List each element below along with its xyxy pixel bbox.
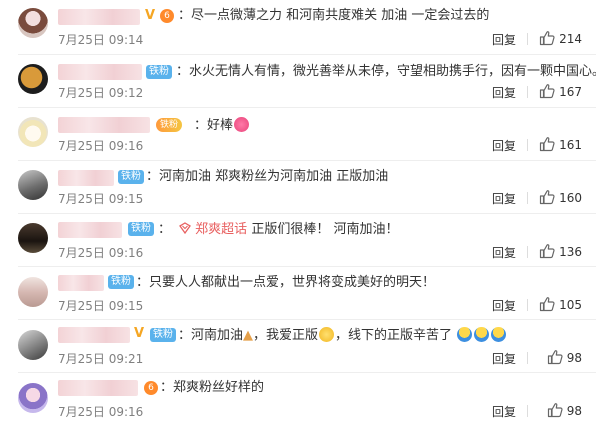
thumbs-up-icon [539,189,555,205]
like-button[interactable]: 161 [539,136,582,152]
thumbs-up-icon [539,243,555,259]
divider [527,405,528,417]
thumbs-up-icon [539,296,555,312]
comment-text: ：水火无情人有情，微光善举从未停，守望相助携手行，因有一颗中国心。 [176,64,596,79]
avatar[interactable] [18,8,48,38]
thumbs-up-icon [539,83,555,99]
divider [527,246,528,258]
divider [527,33,528,45]
face-emoji [474,327,490,342]
fan-badge: 铁粉 [108,275,134,289]
divider [18,54,596,55]
reply-button[interactable]: 回复 [492,190,516,207]
comment-date: 7月25日 09:21 [58,352,144,366]
thumbs-up-icon [547,349,563,365]
fan-badge: 铁粉 [150,328,176,342]
avatar[interactable] [18,223,48,253]
fan-badge: 铁粉 [128,222,154,236]
username[interactable] [58,64,142,80]
comment-text: ：好棒 [194,117,250,134]
verified-icon: V [145,8,156,23]
topic-link[interactable]: 郑爽超话 [195,222,247,237]
like-count: 161 [559,138,582,152]
like-button[interactable]: 136 [539,243,582,259]
like-button[interactable]: 167 [539,83,582,99]
verified-icon: V [134,326,145,341]
username[interactable] [58,380,138,396]
reply-button[interactable]: 回复 [492,403,516,420]
like-count: 136 [559,245,582,259]
avatar[interactable] [18,64,48,94]
username[interactable] [58,117,150,133]
username[interactable] [58,222,122,238]
like-button[interactable]: 98 [547,349,582,365]
comment-text: ：郑爽粉丝好样的 [160,380,265,395]
username[interactable] [58,275,104,291]
pray-emoji: ▲ [243,328,254,343]
reply-button[interactable]: 回复 [492,350,516,367]
divider [527,86,528,98]
face-emoji [457,327,473,342]
face-emoji [491,327,507,342]
divider [527,352,528,364]
comment-date: 7月25日 09:15 [58,192,144,206]
divider [527,192,528,204]
username[interactable] [58,327,130,343]
like-count: 160 [559,191,582,205]
divider [527,299,528,311]
username[interactable] [58,170,114,186]
divider [527,139,528,151]
reply-button[interactable]: 回复 [492,137,516,154]
comment-text: ：河南加油▲，我爱正版 ，线下的正版辛苦了 [178,327,507,344]
divider [18,372,596,373]
like-count: 98 [566,404,582,418]
avatar[interactable] [18,170,48,200]
reply-button[interactable]: 回复 [492,297,516,314]
face-emoji [319,327,335,342]
comment-date: 7月25日 09:16 [58,405,144,419]
divider [18,319,596,320]
thumbs-up-icon [547,402,563,418]
comment-date: 7月25日 09:16 [58,139,144,153]
fan-badge: 铁粉 [146,65,172,79]
divider [18,266,596,267]
comment-date: 7月25日 09:14 [58,33,144,47]
divider [18,160,596,161]
reply-button[interactable]: 回复 [492,244,516,261]
fan-badge: 铁粉 [156,118,183,132]
like-count: 167 [559,85,582,99]
like-button[interactable]: 160 [539,189,582,205]
comment-date: 7月25日 09:12 [58,86,144,100]
like-button[interactable]: 105 [539,296,582,312]
comment-text: ：尽一点微薄之力 和河南共度难关 加油 一定会过去的 [178,8,490,23]
level-icon: 6 [160,9,174,23]
comment-text: ：河南加油 郑爽粉丝为河南加油 正版加油 [146,169,389,184]
reply-button[interactable]: 回复 [492,84,516,101]
divider [18,213,596,214]
reply-button[interactable]: 回复 [492,31,516,48]
username[interactable] [58,9,140,25]
thumbs-up-icon [539,136,555,152]
comment-text: ： 郑爽超话 正版们很棒！ 河南加油！ [158,222,399,237]
heart-emoji [234,117,250,132]
avatar[interactable] [18,383,48,413]
divider [18,107,596,108]
fan-badge: 铁粉 [118,170,144,184]
like-button[interactable]: 214 [539,30,582,46]
avatar[interactable] [18,277,48,307]
comment-date: 7月25日 09:15 [58,299,144,313]
avatar[interactable] [18,330,48,360]
comment-date: 7月25日 09:16 [58,246,144,260]
like-count: 214 [559,32,582,46]
level-icon: 6 [144,381,158,395]
like-button[interactable]: 98 [547,402,582,418]
like-count: 105 [559,298,582,312]
super-topic-icon [179,222,192,235]
comment-text: ：只要人人都献出一点爱，世界将变成美好的明天！ [136,275,436,290]
like-count: 98 [566,351,582,365]
avatar[interactable] [18,117,48,147]
thumbs-up-icon [539,30,555,46]
